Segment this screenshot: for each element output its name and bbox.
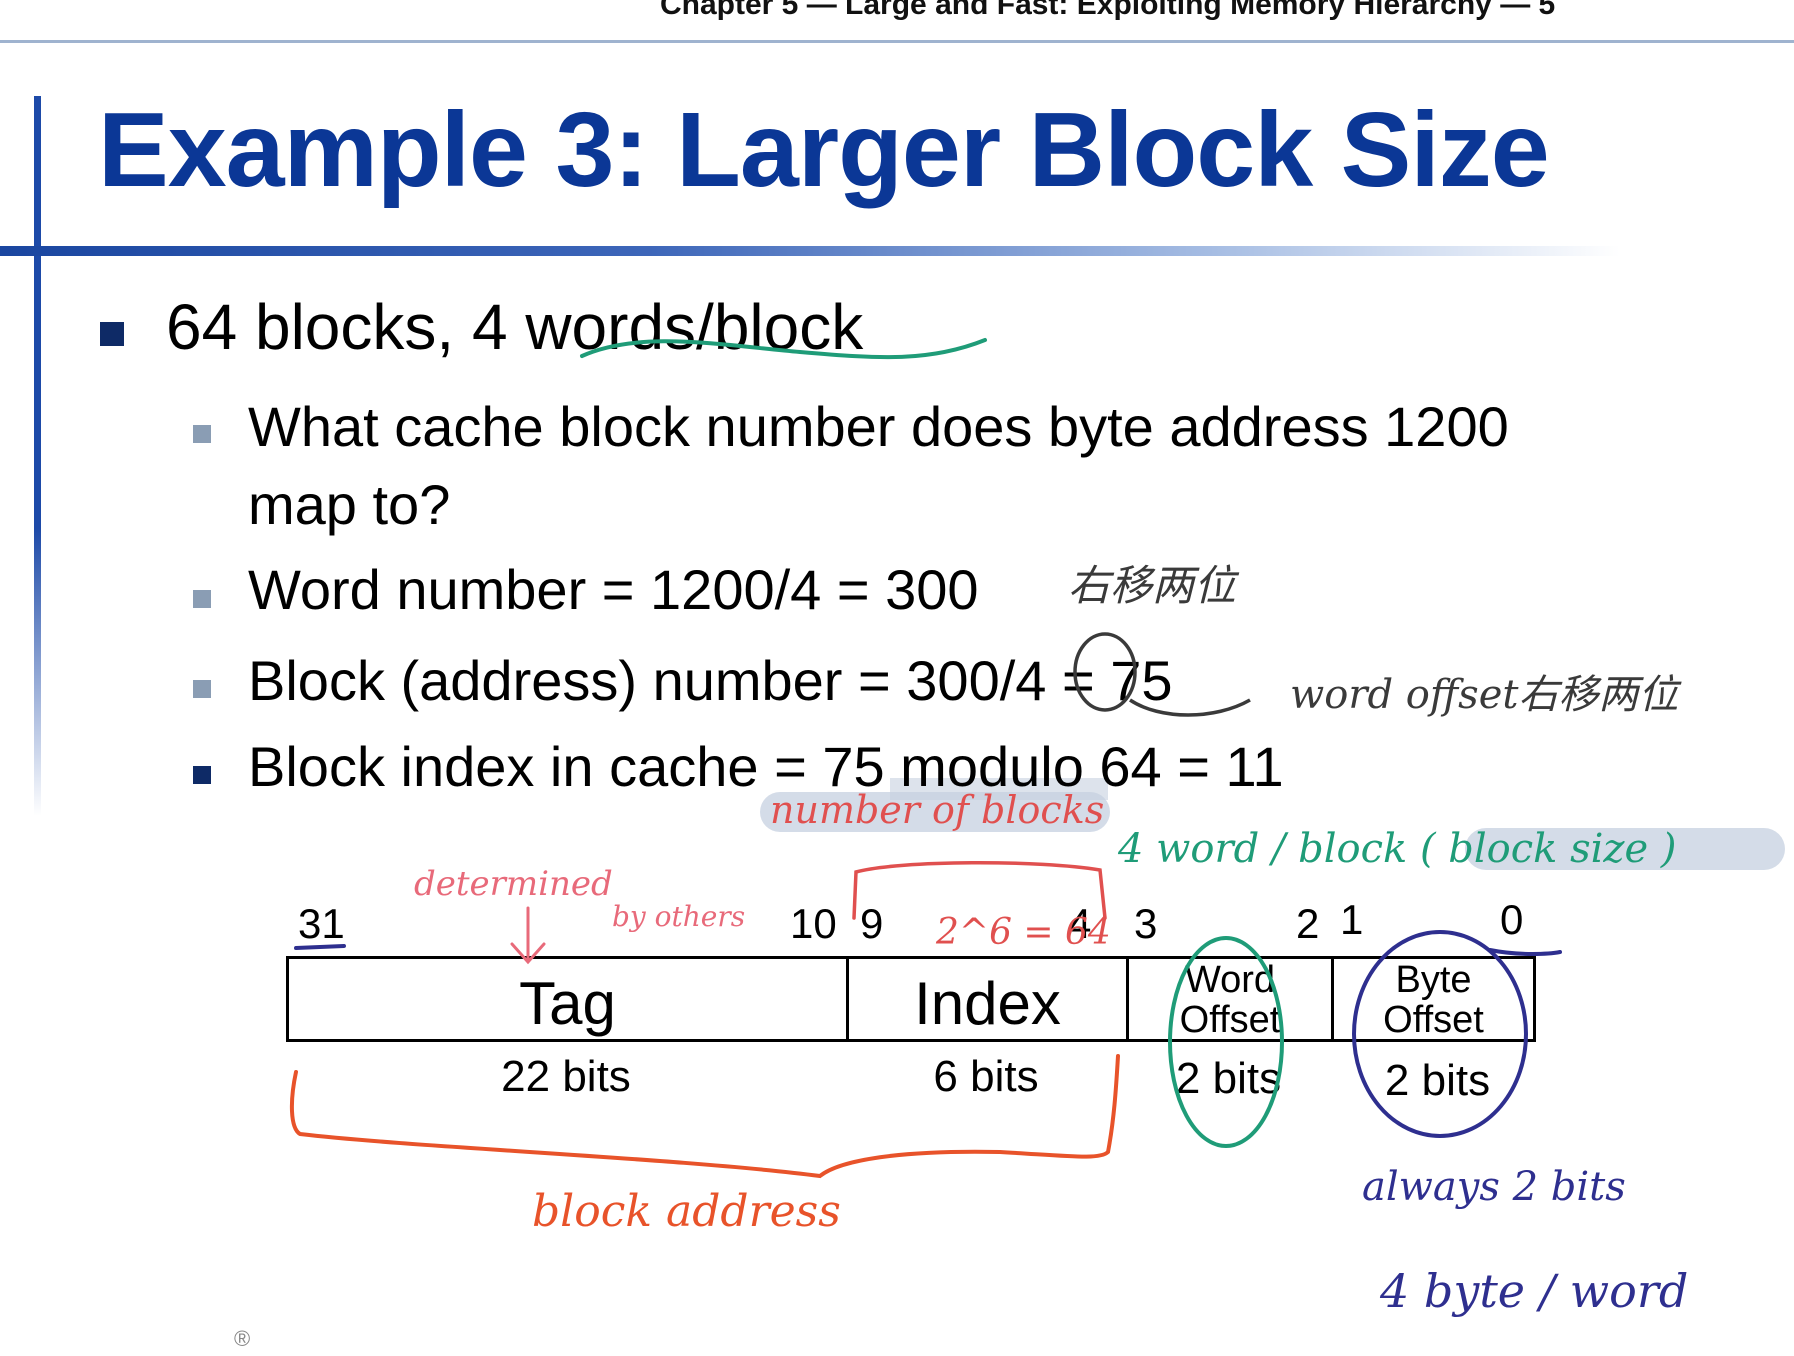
bullet-marker xyxy=(100,322,124,346)
annotation-number-of-blocks: number of blocks xyxy=(770,788,1105,832)
byte-offset-label-line2: Offset xyxy=(1383,999,1484,1041)
byte-offset-bits-label: 2 bits xyxy=(1384,1056,1491,1105)
bit-number-3: 3 xyxy=(1134,900,1158,947)
bit-number-2: 2 xyxy=(1296,900,1320,947)
header-chapter-text: Chapter 5 — Large and Fast: Exploiting M… xyxy=(660,0,1556,21)
index-field: Index xyxy=(849,959,1129,1039)
annotation-always-2-bits: always 2 bits xyxy=(1362,1164,1626,1210)
annotation-block-address: block address xyxy=(532,1186,841,1237)
annotation-word-offset-shift: word offset右移两位 xyxy=(1290,672,1679,718)
slide-title: Example 3: Larger Block Size xyxy=(98,91,1550,209)
annotation-words-per-block: 4 word / block ( block size ) xyxy=(1118,826,1677,872)
annotation-determined: determined xyxy=(414,864,613,904)
underline-bit-0 xyxy=(1488,948,1562,956)
bit-number-10: 10 xyxy=(790,900,837,947)
bullet-text: Block index in cache = 75 modulo 64 = 11 xyxy=(248,735,1284,798)
bullet-text: Block (address) number = 300/4 = 75 xyxy=(248,649,1173,712)
tag-field: Tag xyxy=(289,959,849,1039)
arrow-determined xyxy=(510,906,546,965)
word-offset-bits-label: 2 bits xyxy=(1175,1054,1282,1103)
index-field-label: Index xyxy=(914,970,1061,1037)
bit-number-0: 0 xyxy=(1500,896,1524,943)
bit-number-31: 31 xyxy=(298,900,345,947)
title-underline-rule xyxy=(0,246,1620,256)
bit-number-9: 9 xyxy=(860,900,884,947)
annotation-4-byte-per-word: 4 byte / word xyxy=(1380,1264,1689,1318)
word-offset-label-line1: Word xyxy=(1184,959,1276,1001)
bullet-text: What cache block number does byte addres… xyxy=(248,395,1509,458)
bullet-text: 64 blocks, 4 words/block xyxy=(166,291,864,363)
left-accent-bar xyxy=(34,96,41,816)
word-offset-field: Word Offset xyxy=(1129,959,1334,1041)
byte-offset-label-line1: Byte xyxy=(1395,959,1472,1001)
registered-mark-icon: ® xyxy=(234,1326,251,1351)
bullet-text-continued: map to? xyxy=(248,473,451,536)
bullet-marker xyxy=(193,425,211,443)
annotation-right-shift-two: 右移两位 xyxy=(1068,561,1237,610)
bit-number-1: 1 xyxy=(1340,896,1364,943)
annotation-two-pow: 2^6 = 64 xyxy=(936,912,1111,953)
address-fields-box: Tag Index Word Offset Byte Offset xyxy=(286,956,1536,1042)
tag-bits-label: 22 bits xyxy=(501,1052,631,1101)
word-offset-label-line2: Offset xyxy=(1179,999,1281,1041)
bullet-marker xyxy=(193,766,211,784)
bullet-marker xyxy=(193,680,211,698)
bullet-marker xyxy=(193,590,211,608)
tag-field-label: Tag xyxy=(519,970,616,1037)
index-bits-label: 6 bits xyxy=(933,1052,1039,1101)
bullet-text: Word number = 1200/4 = 300 xyxy=(248,558,979,621)
header-divider xyxy=(0,40,1794,43)
annotation-by-others: by others xyxy=(612,900,746,933)
byte-offset-field: Byte Offset xyxy=(1334,959,1533,1041)
